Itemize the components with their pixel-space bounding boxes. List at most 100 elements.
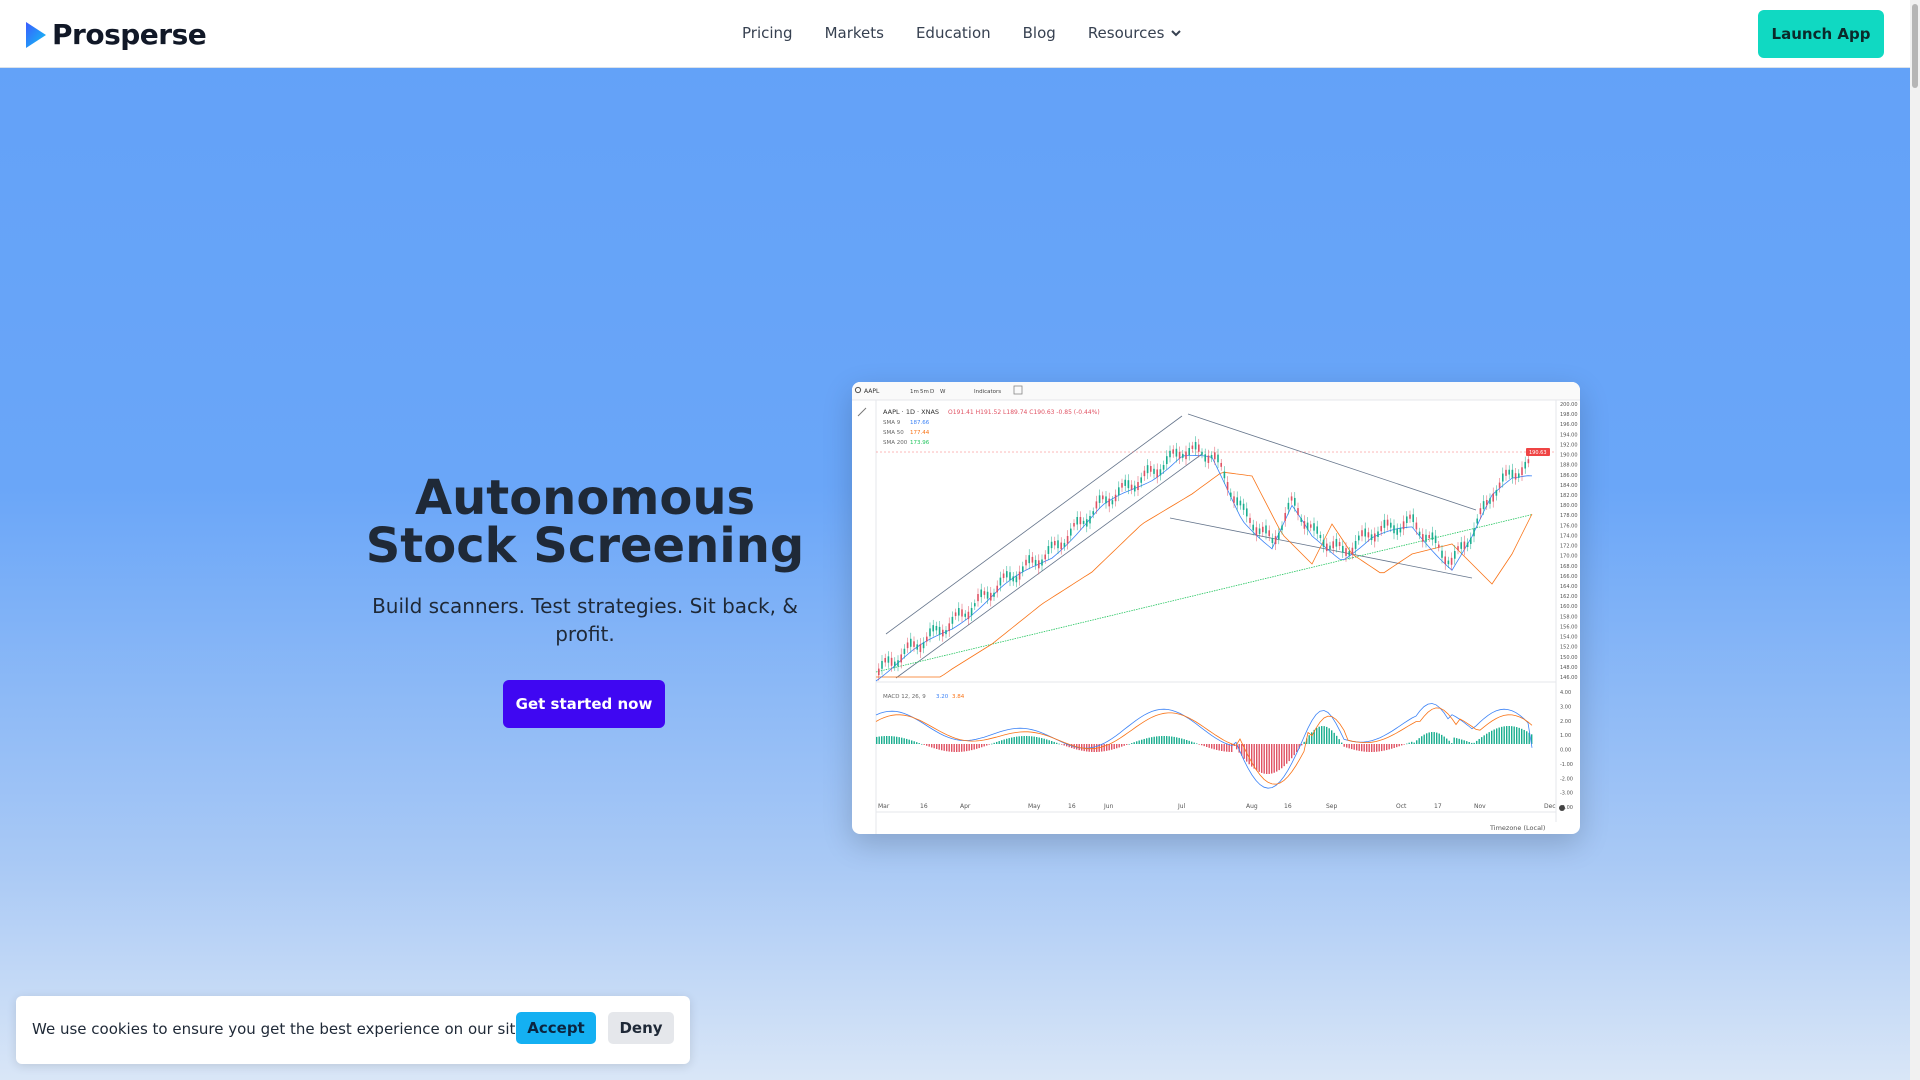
macd-histogram-bar <box>1293 744 1295 756</box>
candle-body <box>1009 572 1011 581</box>
macd-axis-label: 3.00 <box>1560 704 1571 710</box>
macd-histogram-bar <box>1341 742 1343 744</box>
candle-body <box>1473 528 1475 537</box>
macd-histogram-bar <box>1121 744 1123 747</box>
candle-body <box>1156 469 1158 478</box>
logo[interactable]: Prosperse <box>24 18 207 51</box>
get-started-button[interactable]: Get started now <box>503 680 665 728</box>
macd-histogram-bar <box>968 744 970 751</box>
macd-histogram-bar <box>1421 736 1423 744</box>
candle-body <box>1521 467 1523 476</box>
candle-body <box>1188 448 1190 456</box>
nav-link-pricing[interactable]: Pricing <box>742 24 793 42</box>
candle-body <box>1022 566 1024 572</box>
candle-body <box>1306 522 1309 530</box>
candle-body <box>1143 470 1146 477</box>
macd-histogram-bar <box>913 741 915 744</box>
chart-toolbar-item: 5m <box>920 389 929 395</box>
macd-histogram-bar <box>993 742 995 744</box>
macd-histogram-bar <box>1183 739 1185 744</box>
nav-link-resources[interactable]: Resources <box>1088 24 1183 42</box>
time-axis-label: Aug <box>1246 803 1258 810</box>
macd-histogram-bar <box>1033 736 1035 744</box>
macd-histogram-bar <box>1248 744 1250 765</box>
candle-body <box>1146 465 1149 474</box>
candle-body <box>1015 576 1018 583</box>
macd-histogram-bar <box>1326 726 1328 744</box>
price-axis-label: 172.00 <box>1560 544 1578 550</box>
macd-histogram-bar <box>958 744 960 752</box>
candle-body <box>1098 495 1101 503</box>
candle-body <box>1047 546 1050 554</box>
cookie-accept-button[interactable]: Accept <box>516 1012 596 1044</box>
macd-histogram-bar <box>1333 732 1335 744</box>
macd-histogram-bar <box>1358 744 1360 751</box>
candle-body <box>1050 541 1053 549</box>
macd-histogram-bar <box>1058 743 1060 745</box>
candle-body <box>1153 468 1155 474</box>
candle-body <box>1396 528 1398 535</box>
macd-histogram-bar <box>1281 744 1283 769</box>
macd-histogram-bar <box>1451 743 1453 744</box>
candle-body <box>1476 518 1478 524</box>
candle-body <box>1326 543 1328 552</box>
candle-body <box>970 607 973 616</box>
macd-histogram-bar <box>1436 732 1438 744</box>
candle-body <box>942 629 944 637</box>
macd-histogram-bar <box>1288 744 1290 762</box>
macd-histogram-bar <box>1153 736 1155 744</box>
launch-app-button[interactable]: Launch App <box>1758 10 1884 58</box>
candle-body <box>1303 521 1306 529</box>
macd-histogram-bar <box>1516 727 1518 744</box>
candle-body <box>1217 454 1219 463</box>
macd-histogram-bar <box>1221 744 1223 751</box>
candle-body <box>1137 482 1139 491</box>
macd-histogram-bar <box>1363 744 1365 752</box>
candle-body <box>1354 540 1357 549</box>
macd-histogram-bar <box>1416 740 1418 744</box>
macd-histogram-bar <box>1026 736 1028 744</box>
nav-link-education[interactable]: Education <box>916 24 991 42</box>
candle-body <box>1223 471 1226 479</box>
trendline <box>1169 517 1473 579</box>
cookie-banner: We use cookies to ensure you get the bes… <box>16 996 690 1064</box>
trendline <box>885 415 1183 635</box>
macd-histogram-bar <box>1523 729 1525 744</box>
macd-histogram-bar <box>1061 744 1063 745</box>
macd-histogram-bar <box>911 740 913 744</box>
nav-link-markets[interactable]: Markets <box>825 24 884 42</box>
time-axis-label: Mar <box>878 803 890 810</box>
macd-histogram-bar <box>1176 737 1178 744</box>
cookie-deny-button[interactable]: Deny <box>608 1012 674 1044</box>
candle-body <box>1108 498 1110 507</box>
page-scrollbar[interactable] <box>1910 0 1920 1080</box>
candle-body <box>1089 515 1091 524</box>
candle-body <box>1332 541 1334 549</box>
candle-body <box>1159 469 1162 476</box>
macd-histogram-bar <box>1031 736 1033 744</box>
candle-body <box>1233 496 1235 503</box>
nav-link-blog[interactable]: Blog <box>1023 24 1056 42</box>
macd-axis-label: -3.00 <box>1560 791 1573 797</box>
candle-body <box>1242 503 1245 510</box>
candle-body <box>1498 482 1501 488</box>
price-axis-label: 146.00 <box>1560 675 1578 681</box>
candle-body <box>922 642 925 649</box>
macd-histogram-bar <box>1206 744 1208 747</box>
candle-body <box>1380 525 1382 532</box>
candle-body <box>1162 464 1165 470</box>
macd-histogram-bar <box>1016 736 1018 744</box>
candle-body <box>1438 544 1440 548</box>
settings-gear-icon <box>1559 805 1565 811</box>
macd-histogram-bar <box>1361 744 1363 752</box>
candle-body <box>1111 500 1114 505</box>
candle-body <box>1463 541 1466 550</box>
brand-name: Prosperse <box>52 18 207 51</box>
price-axis-label: 174.00 <box>1560 533 1578 539</box>
macd-histogram-bar <box>1051 741 1053 744</box>
macd-histogram-bar <box>1146 738 1148 744</box>
macd-histogram-bar <box>1303 741 1305 744</box>
candle-body <box>1310 524 1312 528</box>
candle-body <box>945 630 947 635</box>
scrollbar-thumb[interactable] <box>1912 4 1918 88</box>
